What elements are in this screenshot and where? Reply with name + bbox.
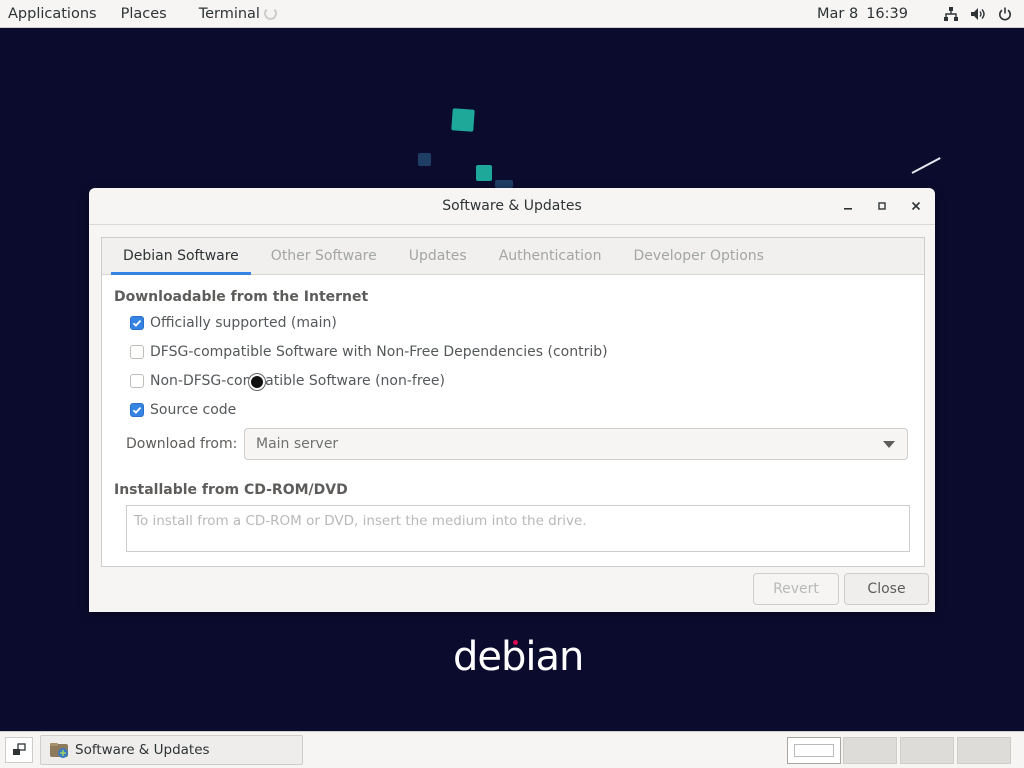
software-updates-window: Software & Updates Debian Software Other… bbox=[89, 188, 935, 612]
download-server-value: Main server bbox=[256, 436, 339, 452]
component-contrib-label: DFSG-compatible Software with Non-Free D… bbox=[150, 344, 608, 360]
places-menu-label: Places bbox=[120, 5, 167, 22]
top-panel: Applications Places Terminal Mar 8 16:39 bbox=[0, 0, 1024, 28]
component-main-checkbox[interactable]: Officially supported (main) bbox=[130, 315, 337, 331]
tab-updates[interactable]: Updates bbox=[397, 238, 479, 274]
close-window-button[interactable] bbox=[907, 197, 925, 215]
maximize-icon bbox=[878, 202, 886, 210]
dropdown-arrow-icon bbox=[883, 441, 895, 448]
workspace-3[interactable] bbox=[900, 737, 954, 764]
checkbox-checked-icon[interactable] bbox=[130, 403, 144, 417]
tab-authentication[interactable]: Authentication bbox=[487, 238, 614, 274]
revert-button[interactable]: Revert bbox=[753, 573, 839, 605]
system-tray[interactable] bbox=[944, 0, 1012, 27]
component-nonfree-checkbox[interactable]: Non-DFSG-compatible Software (non-free) bbox=[130, 373, 445, 389]
component-source-label: Source code bbox=[150, 402, 237, 418]
tab-debian-software[interactable]: Debian Software bbox=[111, 238, 251, 275]
workspace-2[interactable] bbox=[843, 737, 897, 764]
cdrom-section-title: Installable from CD-ROM/DVD bbox=[114, 482, 348, 498]
debian-software-page: Downloadable from the Internet Officiall… bbox=[102, 275, 924, 566]
tab-bar: Debian Software Other Software Updates A… bbox=[102, 238, 924, 275]
wallpaper-streak bbox=[911, 157, 941, 174]
applications-menu-label: Applications bbox=[8, 5, 97, 22]
terminal-app-label: Terminal bbox=[198, 5, 260, 22]
window-titlebar[interactable]: Software & Updates bbox=[89, 188, 935, 225]
clock-time: 16:39 bbox=[866, 5, 908, 22]
component-contrib-checkbox[interactable]: DFSG-compatible Software with Non-Free D… bbox=[130, 344, 608, 360]
volume-icon[interactable] bbox=[970, 7, 986, 21]
checkbox-unchecked-icon[interactable] bbox=[130, 374, 144, 388]
download-server-dropdown[interactable]: Main server bbox=[244, 428, 908, 460]
tab-notebook: Debian Software Other Software Updates A… bbox=[101, 237, 925, 567]
cdrom-placeholder-text: To install from a CD-ROM or DVD, insert … bbox=[134, 513, 587, 529]
bottom-panel: Software & Updates bbox=[0, 731, 1024, 768]
workspace-4[interactable] bbox=[957, 737, 1011, 764]
applications-menu[interactable]: Applications bbox=[0, 0, 105, 27]
taskbar-window-button[interactable]: Software & Updates bbox=[40, 735, 303, 765]
show-desktop-icon bbox=[13, 743, 26, 755]
checkbox-unchecked-icon[interactable] bbox=[130, 345, 144, 359]
tab-other-software[interactable]: Other Software bbox=[259, 238, 389, 274]
software-updates-app-icon bbox=[50, 743, 68, 758]
download-from-label: Download from: bbox=[126, 436, 238, 452]
component-nonfree-label: Non-DFSG-compatible Software (non-free) bbox=[150, 373, 445, 389]
show-desktop-button[interactable] bbox=[5, 737, 33, 763]
wallpaper-square bbox=[495, 180, 513, 188]
close-icon bbox=[911, 201, 921, 211]
maximize-button[interactable] bbox=[873, 197, 891, 215]
network-icon[interactable] bbox=[944, 6, 958, 21]
wallpaper-square bbox=[451, 108, 475, 132]
clock[interactable]: Mar 8 16:39 bbox=[817, 0, 908, 27]
power-icon[interactable] bbox=[998, 7, 1012, 21]
minimize-icon bbox=[844, 208, 852, 210]
downloadable-section-title: Downloadable from the Internet bbox=[114, 289, 369, 305]
window-title: Software & Updates bbox=[442, 198, 582, 214]
tab-developer-options[interactable]: Developer Options bbox=[622, 238, 776, 274]
terminal-app-menu[interactable]: Terminal bbox=[191, 0, 285, 27]
close-button[interactable]: Close bbox=[844, 573, 929, 605]
cdrom-list[interactable]: To install from a CD-ROM or DVD, insert … bbox=[126, 505, 910, 552]
component-main-label: Officially supported (main) bbox=[150, 315, 337, 331]
loading-spinner-icon bbox=[263, 7, 277, 20]
mouse-cursor-icon bbox=[249, 374, 265, 390]
wallpaper-square bbox=[476, 165, 492, 181]
debian-logo-dot bbox=[513, 640, 518, 645]
component-source-checkbox[interactable]: Source code bbox=[130, 402, 236, 418]
minimize-button[interactable] bbox=[839, 197, 857, 215]
workspace-window-thumb bbox=[794, 744, 834, 757]
places-menu[interactable]: Places bbox=[113, 0, 175, 27]
workspace-1[interactable] bbox=[787, 737, 841, 764]
debian-logo: debian bbox=[453, 634, 584, 680]
checkbox-checked-icon[interactable] bbox=[130, 316, 144, 330]
wallpaper-square bbox=[418, 153, 431, 166]
taskbar-window-label: Software & Updates bbox=[75, 742, 210, 758]
clock-date: Mar 8 bbox=[817, 5, 859, 22]
